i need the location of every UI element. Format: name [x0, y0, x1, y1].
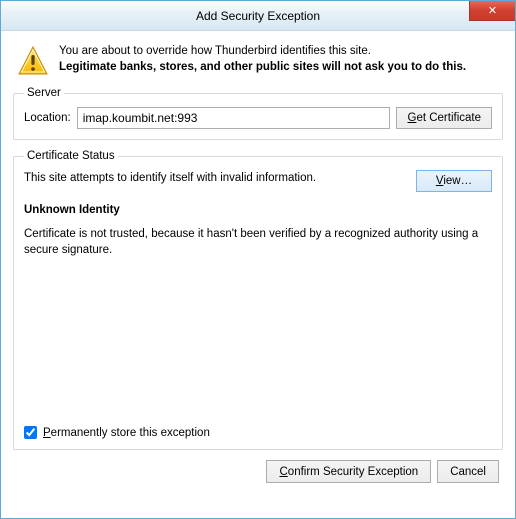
permanent-store-row[interactable]: Permanently store this exception	[24, 426, 210, 439]
permanent-store-label: Permanently store this exception	[43, 427, 210, 439]
view-button[interactable]: View…	[416, 170, 492, 192]
server-fieldset: Server Location: Get Certificate	[13, 87, 503, 140]
permanent-store-checkbox[interactable]	[24, 426, 37, 439]
title-bar: Add Security Exception ✕	[1, 1, 515, 31]
warning-line2: Legitimate banks, stores, and other publ…	[59, 59, 466, 75]
warning-row: You are about to override how Thunderbir…	[13, 41, 503, 87]
certificate-status-fieldset: Certificate Status View… This site attem…	[13, 150, 503, 450]
location-input[interactable]	[77, 107, 391, 129]
get-certificate-button[interactable]: Get Certificate	[396, 107, 492, 129]
cert-body-text: Certificate is not trusted, because it h…	[24, 226, 492, 258]
warning-line1: You are about to override how Thunderbir…	[59, 43, 466, 59]
warning-icon	[17, 45, 49, 77]
cert-identity-heading: Unknown Identity	[24, 202, 492, 218]
location-label: Location:	[24, 112, 71, 124]
close-button[interactable]: ✕	[469, 1, 515, 21]
server-legend: Server	[24, 87, 64, 99]
warning-text: You are about to override how Thunderbir…	[59, 43, 466, 75]
window-title: Add Security Exception	[196, 9, 320, 23]
cancel-button[interactable]: Cancel	[437, 460, 499, 483]
close-icon: ✕	[488, 4, 497, 17]
dialog-content: You are about to override how Thunderbir…	[1, 31, 515, 495]
confirm-security-exception-button[interactable]: Confirm Security Exception	[266, 460, 431, 483]
dialog-footer: Confirm Security Exception Cancel	[13, 460, 503, 483]
certificate-status-legend: Certificate Status	[24, 150, 118, 162]
